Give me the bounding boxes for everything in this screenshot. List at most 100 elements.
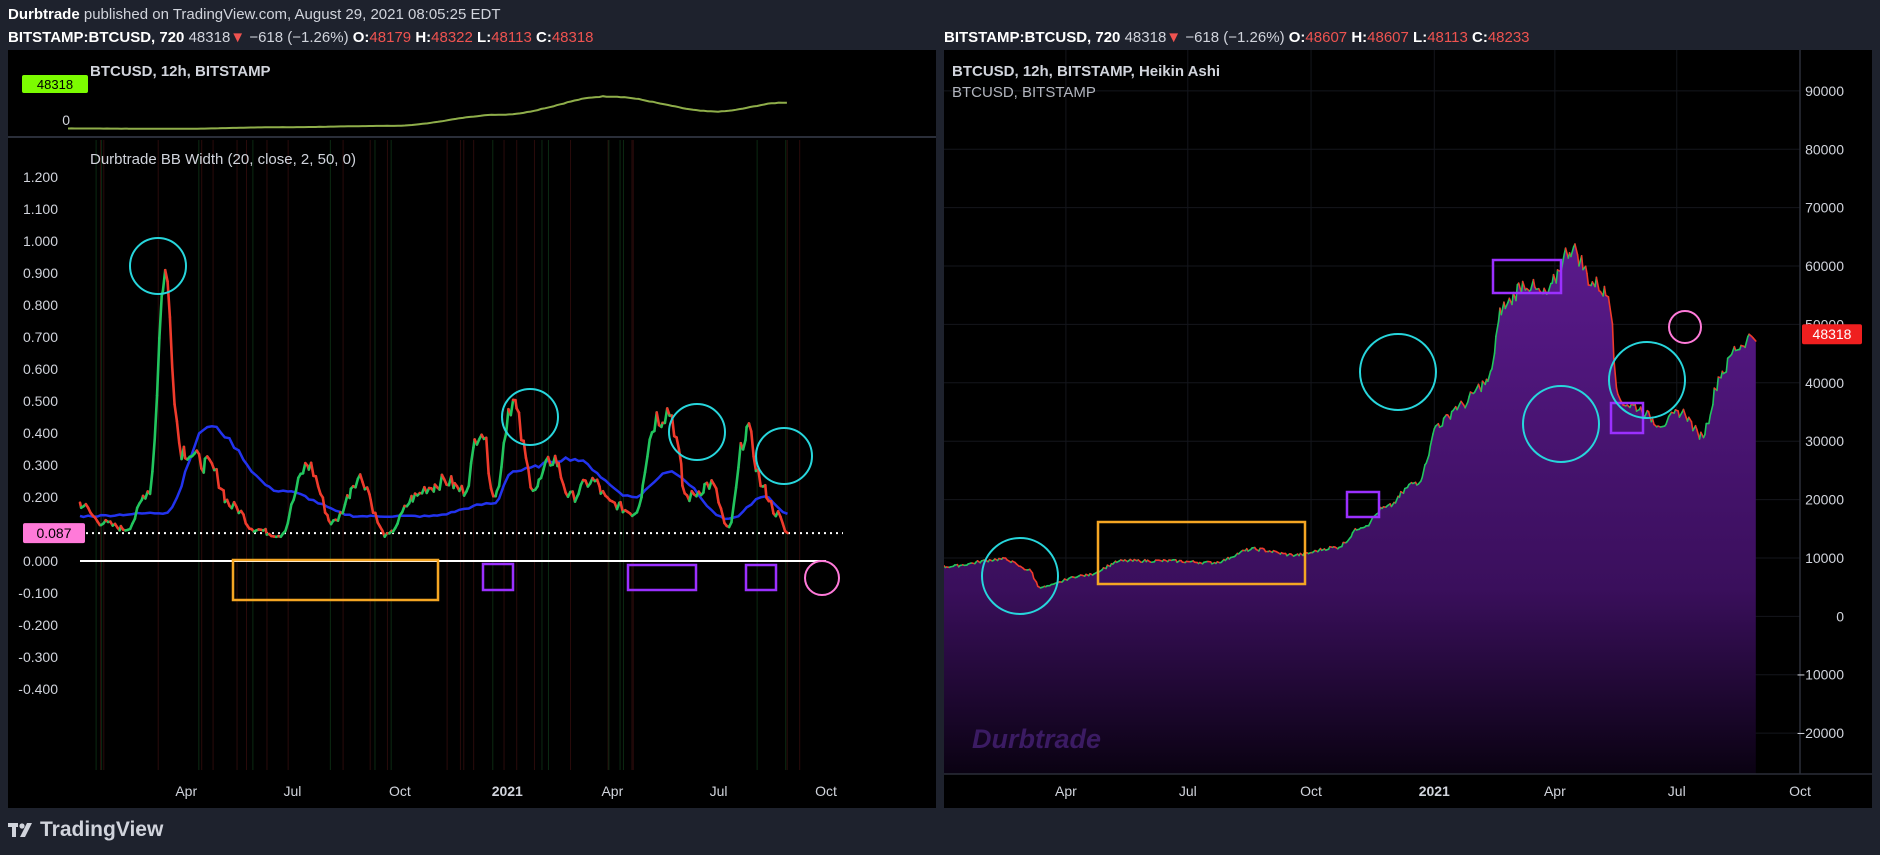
overview-price-badge-text: 48318 [37,77,73,92]
indicator-y-axis: 1.200 1.100 1.000 0.900 0.800 0.700 0.600 0.500… [18,169,58,697]
x-tick-label: Apr [1055,783,1077,799]
indicator-title: Durbtrade BB Width (20, close, 2, 50, 0) [90,151,356,168]
left-open: 48179 [369,29,412,46]
right-o-label: O: [1288,29,1306,46]
right-chart-svg[interactable]: BTCUSD, 12h, BITSTAMP, Heikin Ashi BTCUS… [943,50,1872,808]
bbw-segment [222,489,227,504]
overview-pane: 48318 BTCUSD, 12h, BITSTAMP 0 [8,63,936,138]
left-chart-panel[interactable]: 48318 BTCUSD, 12h, BITSTAMP 0 1.200 1.100… [8,50,936,808]
squeeze-box-purple [481,562,515,592]
y-tick-label: 0.400 [23,425,58,441]
bbw-segment [677,447,683,466]
y-tick-label: 70000 [1805,200,1844,216]
bbw-segment [732,486,738,506]
bbw-segment [741,439,747,451]
price-badge-text: 48318 [1813,326,1852,342]
right-chart-title: BTCUSD, 12h, BITSTAMP, Heikin Ashi [952,63,1220,80]
x-tick-label: Jul [710,783,728,799]
y-tick-label: 20000 [1805,492,1844,508]
right-c-label: C: [1471,29,1488,46]
bbw-segment [557,461,563,479]
y-tick-label: 80000 [1805,141,1844,157]
right-symbol[interactable]: BITSTAMP:BTCUSD, 720 [944,29,1120,46]
y-tick-label: 1.200 [23,169,58,185]
right-chart-panel[interactable]: BTCUSD, 12h, BITSTAMP, Heikin Ashi BTCUS… [943,50,1872,808]
squeeze-box-purple [1345,490,1381,519]
indicator-pane: 1.200 1.100 1.000 0.900 0.800 0.700 0.600 0.500… [18,140,843,799]
left-high: 48322 [431,29,473,46]
right-close: 48233 [1487,29,1530,46]
price-y-axis[interactable]: 9000080000700006000050000400003000020000… [1797,83,1844,741]
author-name[interactable]: Durbtrade [8,6,80,23]
x-tick-label: Oct [1300,783,1322,799]
y-tick-label: 0 [1836,608,1844,624]
y-tick-label: 0.300 [23,457,58,473]
y-tick-label: 10000 [1805,550,1844,566]
breakout-circle [1608,341,1686,419]
bbw-segment [637,495,643,508]
x-tick-label: Apr [175,783,197,799]
bbw-segment [640,484,645,499]
bbw-segment [155,336,161,397]
y-tick-label: 1.000 [23,233,58,249]
bbw-segment [321,496,327,514]
bbw-segment [202,457,207,474]
left-h-label: H: [415,29,432,46]
bbw-segment [675,436,681,451]
squeeze-box-purple [744,563,778,592]
y-tick-label: -0.100 [18,585,58,601]
bbw-segment [153,394,159,441]
overview-title: BTCUSD, 12h, BITSTAMP [90,63,271,80]
bbw-segment [619,500,625,514]
left-chart-svg[interactable]: 48318 BTCUSD, 12h, BITSTAMP 0 1.200 1.100… [8,50,936,808]
bbw-segment [354,477,360,489]
bbw-segment [287,503,293,519]
overview-y-tick: 0 [62,112,70,128]
y-tick-label: 30000 [1805,433,1844,449]
breakout-circle [1359,333,1437,411]
down-arrow-icon: ▼ [1166,29,1182,46]
brand-name: TradingView [40,818,164,841]
x-tick-label: Oct [1789,783,1811,799]
overview-price-line [67,95,787,130]
x-tick-label: Apr [1544,783,1566,799]
y-tick-label: 60000 [1805,258,1844,274]
bbw-segment [527,467,532,489]
current-circle [804,560,840,596]
threshold-badge-text: 0.087 [36,525,71,541]
x-tick-label: 2021 [1419,783,1450,799]
x-tick-label: Jul [1179,783,1197,799]
right-high: 48607 [1367,29,1409,46]
bbw-segment [679,462,684,487]
left-symbol[interactable]: BITSTAMP:BTCUSD, 720 [8,29,184,46]
bbw-segment [309,461,315,478]
y-tick-label: 0.500 [23,393,58,409]
bbw-segment [744,425,748,442]
bbw-segment [577,483,583,496]
y-tick-label: 0.000 [23,553,58,569]
bbw-segment [737,441,743,469]
right-chart-subtitle: BTCUSD, BITSTAMP [952,84,1096,101]
publish-line: Durbtrade published on TradingView.com, … [8,6,501,23]
bbw-segment [151,437,157,474]
y-tick-label: -0.200 [18,617,58,633]
bbw-line [78,268,789,539]
tradingview-brand[interactable]: TradingView [8,818,163,842]
bbw-segment [242,513,248,525]
bbw-segment [509,398,515,417]
bbw-segment [497,465,503,488]
y-tick-label: 0.900 [23,265,58,281]
bbw-segment [182,445,187,460]
right-last: 48318 [1124,29,1167,46]
squeeze-box-purple [626,563,698,592]
bbw-segment [170,365,176,406]
right-change: −618 (−1.26%) [1185,29,1285,46]
y-tick-label: 90000 [1805,83,1844,99]
down-arrow-icon: ▼ [230,29,246,46]
bbw-segment [314,475,320,488]
bbw-segment [173,402,179,423]
y-tick-label: -0.300 [18,649,58,665]
bbw-segment [148,470,154,496]
left-o-label: O: [352,29,370,46]
publish-info: published on TradingView.com, August 29,… [83,6,501,23]
